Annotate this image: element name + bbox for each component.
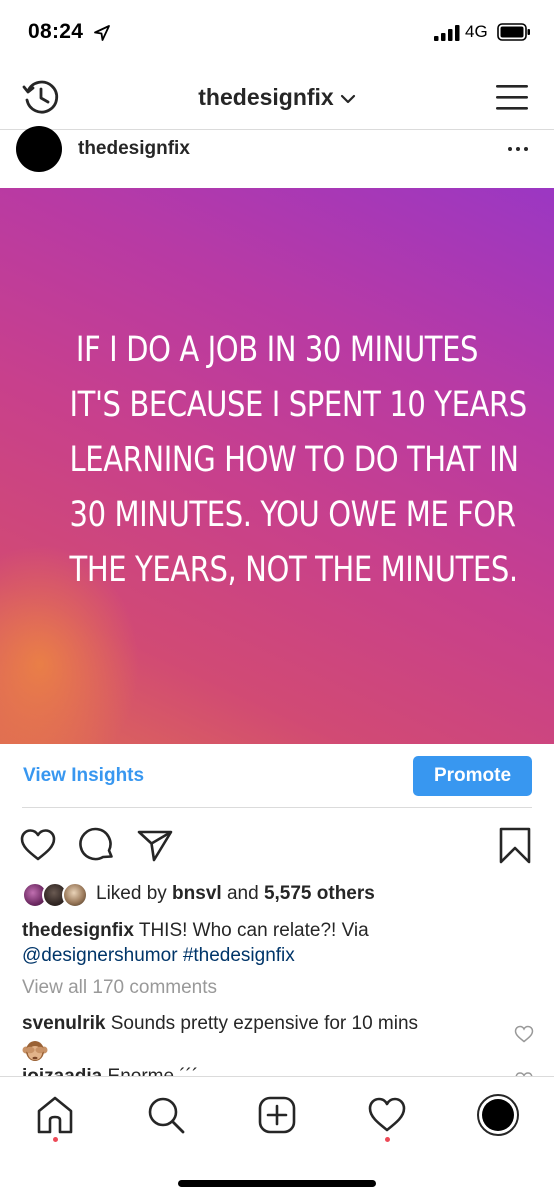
see-no-evil-monkey-icon bbox=[22, 1041, 48, 1061]
home-icon[interactable] bbox=[35, 1095, 75, 1135]
image-quote: IF I DO A JOB IN 30 MINUTES IT'S BECAUSE… bbox=[69, 323, 528, 598]
more-options-icon[interactable] bbox=[508, 140, 532, 158]
menu-icon[interactable] bbox=[496, 82, 528, 112]
quote-line: IF I DO A JOB IN 30 MINUTES bbox=[75, 329, 479, 370]
signal-bars-icon bbox=[434, 25, 460, 41]
comment-text: Sounds pretty ezpensive for 10 mins bbox=[105, 1013, 419, 1034]
promote-button[interactable]: Promote bbox=[413, 756, 532, 796]
home-notification-dot bbox=[53, 1137, 58, 1142]
status-bar: 08:24 4G bbox=[0, 0, 554, 64]
post-username[interactable]: thedesignfix bbox=[78, 138, 190, 160]
caption-username[interactable]: thedesignfix bbox=[22, 920, 134, 941]
view-insights-link[interactable]: View Insights bbox=[23, 765, 144, 787]
comment-username[interactable]: joizaadia bbox=[22, 1066, 102, 1076]
avatar bbox=[482, 1099, 514, 1131]
post-image[interactable]: IF I DO A JOB IN 30 MINUTES IT'S BECAUSE… bbox=[0, 188, 554, 744]
activity-notification-dot bbox=[385, 1137, 390, 1142]
quote-line: LEARNING HOW TO DO THAT IN bbox=[69, 439, 519, 480]
battery-icon bbox=[497, 23, 530, 41]
comment-username[interactable]: svenulrik bbox=[22, 1013, 105, 1034]
avatar bbox=[62, 882, 88, 908]
chevron-down-icon bbox=[340, 94, 355, 103]
mention-link[interactable]: @designershumor bbox=[22, 945, 178, 966]
activity-heart-icon[interactable] bbox=[367, 1095, 407, 1135]
caption: thedesignfix THIS! Who can relate?! Via … bbox=[22, 918, 532, 968]
search-icon[interactable] bbox=[146, 1095, 186, 1135]
insights-row: View Insights Promote bbox=[0, 744, 554, 808]
status-time: 08:24 bbox=[28, 20, 84, 43]
comment-like-icon[interactable] bbox=[514, 1025, 534, 1043]
add-icon[interactable] bbox=[257, 1095, 297, 1135]
caption-text: THIS! Who can relate?! Via bbox=[133, 920, 369, 941]
likes-row[interactable]: Liked by bnsvl and 5,575 others bbox=[0, 878, 554, 910]
post-header: thedesignfix bbox=[0, 126, 554, 188]
comment: svenulrik Sounds pretty ezpensive for 10… bbox=[22, 1011, 492, 1070]
quote-line: THE YEARS, NOT THE MINUTES. bbox=[69, 549, 519, 590]
view-all-comments-link[interactable]: View all 170 comments bbox=[22, 977, 217, 999]
top-nav: thedesignfix bbox=[0, 64, 554, 130]
likes-middle: and bbox=[221, 883, 264, 904]
hashtag-link[interactable]: #thedesignfix bbox=[183, 945, 295, 966]
liker-avatars bbox=[22, 882, 92, 908]
comment-text: Enorme ´´´ bbox=[102, 1066, 199, 1076]
profile-icon[interactable] bbox=[477, 1094, 519, 1136]
likes-summary: Liked by bnsvl and 5,575 others bbox=[96, 883, 375, 905]
account-switcher[interactable]: thedesignfix bbox=[0, 64, 554, 130]
heart-icon[interactable] bbox=[19, 826, 57, 864]
home-indicator[interactable] bbox=[178, 1180, 376, 1187]
bookmark-icon[interactable] bbox=[496, 826, 534, 864]
liker-username[interactable]: bnsvl bbox=[172, 883, 222, 904]
likes-prefix: Liked by bbox=[96, 883, 173, 904]
divider bbox=[22, 807, 532, 808]
comment: joizaadia Enorme ´´´ bbox=[22, 1064, 492, 1076]
network-type: 4G bbox=[465, 22, 488, 41]
quote-line: IT'S BECAUSE I SPENT 10 YEARS bbox=[69, 384, 528, 425]
nav-title: thedesignfix bbox=[198, 83, 334, 110]
comment-icon[interactable] bbox=[78, 826, 116, 864]
quote-line: 30 MINUTES. YOU OWE ME FOR bbox=[69, 494, 517, 535]
action-bar bbox=[0, 822, 554, 872]
location-arrow-icon bbox=[94, 25, 110, 41]
share-icon[interactable] bbox=[136, 826, 174, 864]
avatar[interactable] bbox=[16, 126, 62, 172]
likes-count[interactable]: 5,575 others bbox=[264, 883, 375, 904]
